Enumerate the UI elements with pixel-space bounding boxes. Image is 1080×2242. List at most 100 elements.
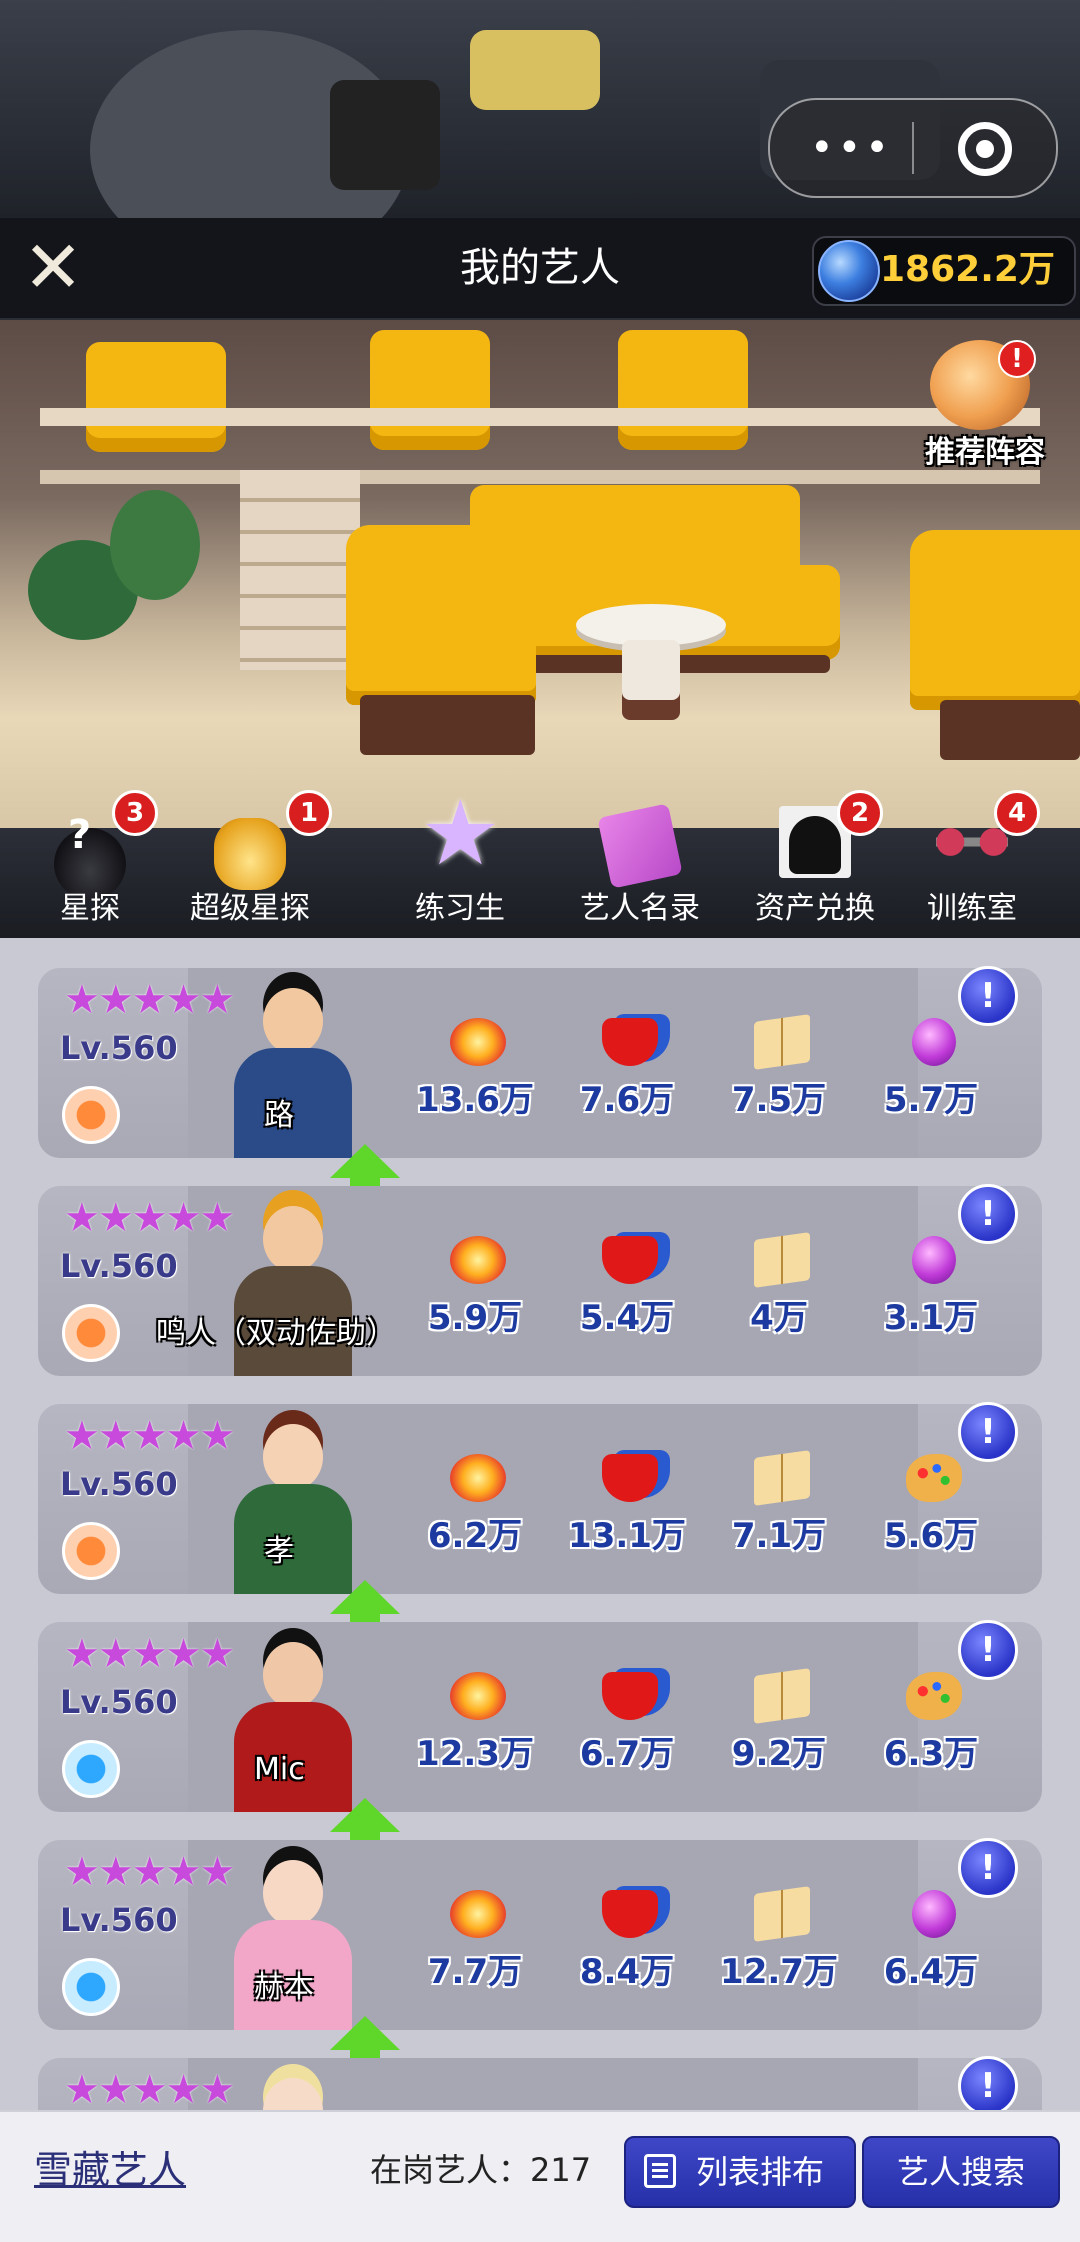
explosion-icon (450, 1018, 506, 1066)
right-armchair (910, 530, 1080, 710)
stat-value: 8.4万 (579, 1952, 675, 1992)
stat-performance: 7.6万 (552, 968, 702, 1158)
disco-ball-icon (912, 1890, 956, 1938)
role-badge-icon (62, 1522, 120, 1580)
menu-item-scout[interactable]: ? 3 星探 (10, 790, 170, 938)
stat-acting: 12.3万 (400, 1622, 550, 1812)
stat-knowledge: 12.7万 (704, 1840, 854, 2030)
close-button[interactable]: ✕ (18, 231, 88, 303)
role-badge-icon (62, 1740, 120, 1798)
drama-mask-icon (602, 1890, 658, 1938)
armchair-base (940, 700, 1080, 760)
menu-item-super-scout[interactable]: 1 超级星探 (170, 790, 332, 938)
book-icon (754, 1232, 810, 1288)
menu-item-asset-exchange[interactable]: 2 资产兑换 (735, 790, 895, 938)
mini-program-capsule: ••• (768, 98, 1058, 198)
palette-icon (906, 1454, 962, 1502)
artist-name: 路 (264, 1098, 294, 1133)
menu-label: 资产兑换 (755, 891, 875, 926)
artist-name: Mic (254, 1752, 305, 1787)
menu-label: 艺人名录 (580, 891, 700, 926)
palette-icon (906, 1672, 962, 1720)
notification-badge: 4 (994, 790, 1040, 836)
artist-search-button[interactable]: 艺人搜索 (862, 2136, 1060, 2208)
book-icon (754, 1886, 810, 1942)
back-chair (618, 330, 748, 450)
stat-value: 3.1万 (883, 1298, 979, 1338)
list-sort-label: 列表排布 (696, 2153, 825, 2191)
artist-card[interactable]: ★★★★★ Lv.560 Mic 12.3万 6.7万 9.2万 6.3万 (38, 1622, 1042, 1812)
artist-card[interactable]: ★★★★★ Lv.560 孝 6.2万 13.1万 7.1万 5.6万 (38, 1404, 1042, 1594)
menu-item-trainee[interactable]: ★ 练习生 (380, 781, 540, 938)
explosion-icon (450, 1890, 506, 1938)
stat-acting: 5.9万 (400, 1186, 550, 1376)
left-armchair (346, 525, 536, 705)
explosion-icon (450, 1236, 506, 1284)
stat-value: 6.2万 (427, 1516, 523, 1556)
recommend-lineup-button[interactable]: 推荐阵容 (900, 428, 1070, 478)
artist-name: 鸣人（双动佐助） (156, 1316, 396, 1351)
diamond-globe-icon (818, 240, 880, 302)
artist-card[interactable]: ★★★★★ Lv.560 路 13.6万 7.6万 7.5万 5.7万 (38, 968, 1042, 1158)
stat-value: 7.6万 (579, 1080, 675, 1120)
explosion-icon (450, 1454, 506, 1502)
drama-mask-icon (602, 1018, 658, 1066)
disco-ball-icon (912, 1236, 956, 1284)
stat-acting: 6.2万 (400, 1404, 550, 1594)
info-button[interactable]: ! (958, 966, 1018, 1026)
back-chair (86, 342, 226, 452)
list-sort-button[interactable]: 列表排布 (624, 2136, 856, 2208)
avatar-head (263, 1206, 323, 1272)
decor-shape (330, 80, 440, 190)
currency-value: 1862.2万 (880, 249, 1055, 290)
star-icon: ★ (420, 781, 501, 886)
stat-performance: 5.4万 (552, 1186, 702, 1376)
stat-value: 5.9万 (427, 1298, 523, 1338)
artist-level: Lv.560 (60, 1029, 178, 1067)
stat-performance: 13.1万 (552, 1404, 702, 1594)
info-button[interactable]: ! (958, 1402, 1018, 1462)
info-button[interactable]: ! (958, 1838, 1018, 1898)
stat-value: 13.6万 (416, 1080, 534, 1120)
page-title: 我的艺人 (460, 245, 620, 291)
avatar-head (263, 2078, 323, 2110)
notification-badge: ! (998, 340, 1036, 378)
menu-label: 超级星探 (190, 891, 310, 926)
artist-list[interactable]: ★★★★★ Lv.560 路 13.6万 7.6万 7.5万 5.7万 ! ★★… (0, 938, 1080, 2110)
armchair-base (360, 695, 535, 755)
artist-card[interactable]: ★★★★★ (38, 2058, 1042, 2110)
disco-ball-icon (912, 1018, 956, 1066)
stat-value: 12.3万 (416, 1734, 534, 1774)
question-mark-icon: ? (68, 812, 92, 858)
drama-mask-icon (602, 1672, 658, 1720)
balcony-rail (40, 408, 1040, 426)
stat-acting: 13.6万 (400, 968, 550, 1158)
avatar-head (263, 988, 323, 1054)
info-button[interactable]: ! (958, 2056, 1018, 2110)
artist-card[interactable]: ★★★★★ Lv.560 赫本 7.7万 8.4万 12.7万 6.4万 (38, 1840, 1042, 2030)
stat-value: 7.7万 (427, 1952, 523, 1992)
artist-level: Lv.560 (60, 1901, 178, 1939)
stat-value: 12.7万 (720, 1952, 838, 1992)
avatar-head (263, 1642, 323, 1708)
more-menu-icon[interactable]: ••• (810, 128, 893, 168)
dumbbell-icon (936, 820, 1008, 864)
stat-value: 6.3万 (883, 1734, 979, 1774)
explosion-icon (450, 1672, 506, 1720)
artist-card[interactable]: ★★★★★ Lv.560 鸣人（双动佐助） 5.9万 5.4万 4万 3.1万 (38, 1186, 1042, 1376)
book-icon (754, 1668, 810, 1724)
list-icon (644, 2154, 676, 2188)
menu-item-directory[interactable]: 艺人名录 (560, 790, 720, 938)
menu-item-training-room[interactable]: 4 训练室 (892, 790, 1052, 938)
exit-target-icon[interactable] (958, 122, 1012, 176)
artist-avatar[interactable] (208, 2058, 378, 2110)
stat-value: 5.4万 (579, 1298, 675, 1338)
info-button[interactable]: ! (958, 1620, 1018, 1680)
plant-decor (110, 490, 200, 600)
stairs (240, 470, 360, 670)
stat-value: 7.1万 (731, 1516, 827, 1556)
stat-knowledge: 7.5万 (704, 968, 854, 1158)
info-button[interactable]: ! (958, 1184, 1018, 1244)
menu-label: 训练室 (927, 891, 1017, 926)
frozen-artists-link[interactable]: 雪藏艺人 (34, 2142, 204, 2198)
